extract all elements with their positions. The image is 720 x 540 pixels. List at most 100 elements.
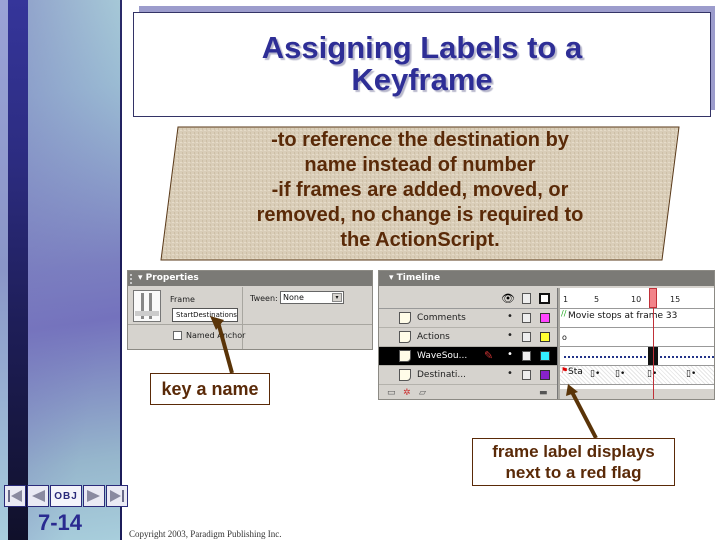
bullet-line-5: the ActionScript. bbox=[340, 229, 500, 251]
last-slide-button[interactable] bbox=[106, 485, 128, 507]
layer-row-wavesound[interactable]: WaveSou... ✎ • bbox=[379, 347, 557, 366]
properties-header[interactable]: ▾ Properties bbox=[128, 271, 372, 286]
lock-icon[interactable] bbox=[522, 313, 531, 323]
frame-row-destinations[interactable]: ⚑ Sta ▯• ▯• ▯• ▯• bbox=[560, 366, 714, 385]
properties-title: Properties bbox=[145, 273, 199, 283]
frame-label-text: Sta bbox=[568, 367, 583, 377]
layer-color-swatch[interactable] bbox=[540, 370, 550, 380]
keyframe-marker: ▯• bbox=[686, 369, 697, 379]
keyframe-marker: o bbox=[562, 333, 567, 342]
layer-tools: ▭ ✲ ▱ ▬ bbox=[379, 388, 557, 399]
sidebar-strip-dark bbox=[8, 0, 28, 540]
tween-label: Tween: bbox=[250, 294, 278, 303]
frame-row-wavesound[interactable] bbox=[560, 347, 714, 366]
frame-label: Frame bbox=[170, 295, 195, 304]
tick-label: 10 bbox=[631, 295, 642, 304]
delete-layer-icon[interactable]: ▬ bbox=[539, 388, 548, 398]
layer-list: 👁 Comments • Actions • WaveSou... ✎ • De… bbox=[379, 288, 557, 385]
copyright: Copyright 2003, Paradigm Publishing Inc. bbox=[129, 529, 282, 539]
keyframe-marker: ▯• bbox=[615, 369, 626, 379]
visibility-dot[interactable]: • bbox=[507, 311, 513, 322]
named-anchor-checkbox[interactable] bbox=[173, 331, 182, 340]
waveform bbox=[564, 356, 714, 358]
visibility-dot[interactable]: • bbox=[507, 349, 513, 360]
tween-value: None bbox=[283, 293, 304, 302]
layer-icon bbox=[399, 312, 411, 324]
visibility-dot[interactable]: • bbox=[507, 368, 513, 379]
layer-name: WaveSou... bbox=[417, 351, 468, 361]
frame-label-text: Movie stops at frame 33 bbox=[568, 311, 678, 321]
layer-header: 👁 bbox=[379, 288, 557, 309]
prev-slide-button[interactable] bbox=[27, 485, 49, 507]
layer-icon bbox=[399, 369, 411, 381]
frame-row-comments[interactable]: // Movie stops at frame 33 bbox=[560, 309, 714, 328]
sidebar bbox=[0, 0, 122, 540]
pencil-locked-icon: ✎ bbox=[484, 349, 494, 362]
lock-icon[interactable] bbox=[522, 332, 531, 342]
timeline-header[interactable]: ▾ Timeline bbox=[379, 271, 714, 286]
first-slide-button[interactable] bbox=[4, 485, 26, 507]
frame-grid[interactable]: 1 5 10 15 // Movie stops at frame 33 o ⚑… bbox=[560, 288, 714, 399]
chevron-down-icon[interactable]: ▾ bbox=[332, 293, 342, 302]
objectives-button[interactable]: OBJ bbox=[50, 485, 82, 507]
properties-row-frame: Frame StartDestinations Tween: None ▾ bbox=[128, 287, 372, 325]
layer-color-swatch[interactable] bbox=[540, 351, 550, 361]
bullet-line-4: removed, no change is required to bbox=[256, 204, 584, 226]
layer-row-comments[interactable]: Comments • bbox=[379, 309, 557, 328]
sidebar-gradient bbox=[28, 0, 122, 540]
frame-row-actions[interactable]: o bbox=[560, 328, 714, 347]
next-slide-icon bbox=[87, 490, 100, 502]
playhead-line bbox=[653, 308, 654, 399]
title-box: Assigning Labels to a Keyframe bbox=[133, 12, 711, 117]
bullet-line-1: -to reference the destination by bbox=[271, 129, 569, 151]
frame-tools bbox=[560, 389, 714, 399]
properties-panel: ▾ Properties Frame StartDestinations Twe… bbox=[127, 270, 373, 350]
slide-navigation: OBJ bbox=[4, 485, 129, 507]
layer-name: Actions bbox=[417, 332, 450, 342]
visibility-dot[interactable]: • bbox=[507, 330, 513, 341]
title-line-1: Assigning Labels to a bbox=[261, 29, 583, 65]
prev-slide-icon bbox=[32, 490, 45, 502]
first-slide-icon bbox=[8, 490, 22, 502]
tick-label: 1 bbox=[563, 295, 569, 304]
callout-line-2: next to a red flag bbox=[505, 463, 642, 482]
bullet-text: -to reference the destination by name in… bbox=[200, 128, 640, 253]
layer-row-actions[interactable]: Actions • bbox=[379, 328, 557, 347]
frame-ruler[interactable]: 1 5 10 15 bbox=[560, 288, 714, 309]
layer-row-destinations[interactable]: Destinati... • bbox=[379, 366, 557, 385]
layer-color-swatch[interactable] bbox=[540, 313, 550, 323]
timeline-panel: ▾ Timeline 👁 Comments • Actions • WaveSo… bbox=[378, 270, 715, 400]
playhead[interactable] bbox=[649, 288, 657, 308]
layer-icon bbox=[399, 350, 411, 362]
layer-name: Destinati... bbox=[417, 370, 467, 380]
tween-select[interactable]: None ▾ bbox=[280, 291, 344, 304]
lock-icon[interactable] bbox=[522, 293, 531, 304]
timeline-title: Timeline bbox=[396, 273, 441, 283]
next-slide-button[interactable] bbox=[83, 485, 105, 507]
lock-icon[interactable] bbox=[522, 370, 531, 380]
bullet-line-3: -if frames are added, moved, or bbox=[271, 179, 569, 201]
insert-folder-icon[interactable]: ▱ bbox=[419, 388, 426, 398]
sidebar-strip-light bbox=[0, 0, 8, 540]
keyframe-marker: ▯• bbox=[590, 369, 601, 379]
layer-color-swatch[interactable] bbox=[540, 332, 550, 342]
bullet-line-2: name instead of number bbox=[304, 154, 536, 176]
callout-line-1: frame label displays bbox=[492, 442, 655, 461]
tick-label: 15 bbox=[670, 295, 681, 304]
outline-icon[interactable] bbox=[539, 293, 550, 304]
layer-icon bbox=[399, 331, 411, 343]
lock-icon[interactable] bbox=[522, 351, 531, 361]
callout-frame-label: frame label displays next to a red flag bbox=[472, 438, 675, 486]
frame-name-input[interactable]: StartDestinations bbox=[172, 308, 238, 322]
last-slide-icon bbox=[110, 490, 124, 502]
layer-name: Comments bbox=[417, 313, 466, 323]
slide-title: Assigning Labels to a Keyframe bbox=[261, 29, 583, 96]
bullet-box: -to reference the destination by name in… bbox=[160, 126, 680, 261]
insert-layer-icon[interactable]: ▭ bbox=[387, 388, 396, 398]
comment-marker-icon: // bbox=[561, 309, 567, 318]
named-anchor-label: Named Anchor bbox=[186, 331, 246, 340]
panel-grip[interactable] bbox=[130, 274, 132, 284]
add-guide-icon[interactable]: ✲ bbox=[403, 388, 411, 398]
slide-number: 7-14 bbox=[37, 510, 83, 535]
eye-icon[interactable]: 👁 bbox=[501, 292, 515, 305]
